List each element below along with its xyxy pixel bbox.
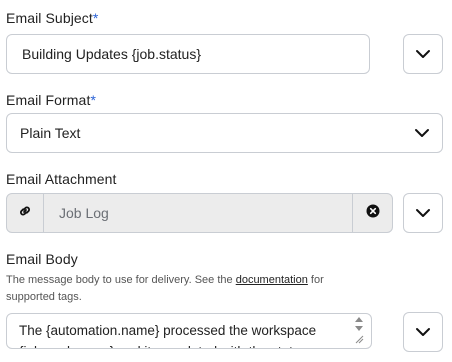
chevron-down-icon: [415, 327, 431, 337]
email-body-textarea[interactable]: The {automation.name} processed the work…: [6, 313, 372, 349]
body-options-button[interactable]: [403, 312, 443, 352]
subject-options-button[interactable]: [403, 34, 443, 74]
email-attachment-value: Job Log: [59, 205, 109, 221]
resize-handle-icon: [355, 335, 364, 344]
email-subject-value: Building Updates {job.status}: [22, 46, 202, 62]
email-body-label: Email Body: [6, 251, 78, 267]
email-format-label: Email Format*: [6, 92, 96, 108]
documentation-link[interactable]: documentation: [236, 274, 308, 286]
required-asterisk: *: [92, 10, 99, 26]
email-format-select[interactable]: Plain Text: [6, 113, 443, 153]
email-subject-input[interactable]: Building Updates {job.status}: [6, 34, 370, 74]
email-attachment-label: Email Attachment: [6, 171, 117, 187]
clear-attachment-button[interactable]: [352, 194, 392, 232]
attachment-options-button[interactable]: [403, 193, 443, 233]
chevron-down-icon: [414, 128, 430, 138]
email-attachment-field: Job Log: [6, 193, 393, 233]
chevron-down-icon: [415, 208, 431, 218]
email-body-value: The {automation.name} processed the work…: [19, 323, 317, 348]
clear-icon: [366, 204, 380, 223]
email-body-help-text: The message body to use for delivery. Se…: [6, 274, 324, 303]
required-asterisk: *: [90, 92, 96, 108]
link-button[interactable]: [7, 194, 44, 232]
chevron-down-icon: [415, 49, 431, 59]
link-icon: [18, 204, 32, 223]
email-format-value: Plain Text: [20, 125, 81, 141]
textarea-scrollbar[interactable]: [353, 316, 365, 346]
email-subject-label: Email Subject*: [6, 10, 99, 26]
